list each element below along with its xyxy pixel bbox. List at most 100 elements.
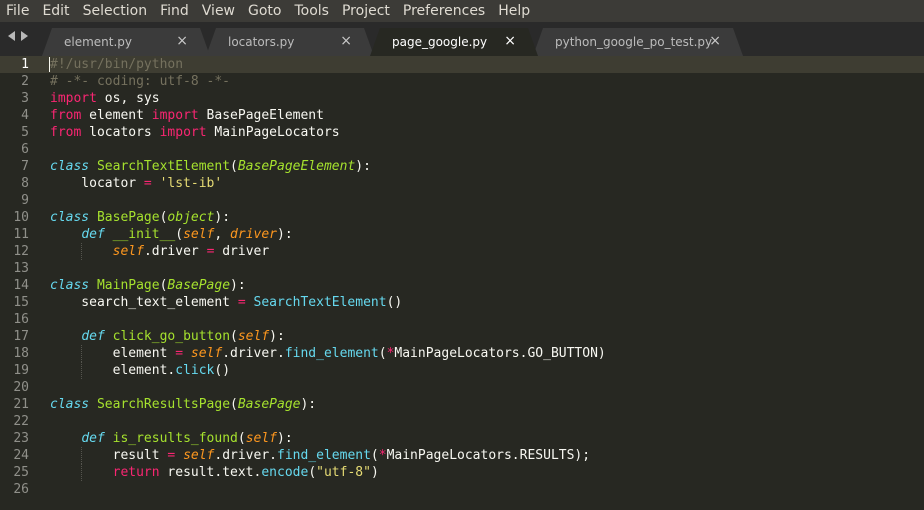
code-token: find_element — [277, 448, 371, 463]
code-token: .driver. — [222, 346, 285, 361]
tab-label: locators.py — [228, 35, 295, 49]
code-token: result — [50, 448, 168, 463]
code-token: () — [386, 295, 403, 310]
code-token: from — [50, 125, 82, 140]
line-number: 24 — [13, 448, 29, 463]
line-number: 1 — [21, 57, 29, 72]
code-token: ) — [370, 465, 379, 480]
tab-page-google-py[interactable]: page_google.py × — [370, 28, 538, 56]
menu-selection[interactable]: Selection — [77, 0, 155, 22]
code-token: class — [50, 159, 90, 174]
code-line: def click_go_button(self): — [50, 328, 285, 345]
code-token: self — [237, 329, 270, 344]
menu-find[interactable]: Find — [154, 0, 196, 22]
menu-tools[interactable]: Tools — [288, 0, 336, 22]
code-token: ): — [269, 329, 285, 344]
tab-locators-py[interactable]: locators.py × — [206, 28, 374, 56]
code-token: ( — [230, 329, 238, 344]
line-number-gutter: 1 2 3 4 5 6 7 8 9 10 11 12 13 14 15 16 17 18 19 20 21 22 23 24 2… — [0, 56, 40, 510]
arrow-right-icon[interactable] — [21, 31, 28, 41]
menu-help[interactable]: Help — [492, 0, 537, 22]
menu-preferences[interactable]: Preferences — [397, 0, 492, 22]
menu-project[interactable]: Project — [336, 0, 397, 22]
code-token: "utf-8" — [316, 465, 371, 480]
tab-nav-arrows — [8, 31, 28, 41]
close-icon[interactable]: × — [340, 33, 352, 49]
code-line: def is_results_found(self): — [50, 430, 292, 447]
menu-view[interactable]: View — [196, 0, 242, 22]
code-token: = — [143, 176, 152, 191]
code-editor[interactable]: 1 2 3 4 5 6 7 8 9 10 11 12 13 14 15 16 17 18 19 20 21 22 23 24 2… — [0, 56, 924, 510]
code-token: import — [159, 125, 207, 140]
code-token: BasePageElement — [198, 108, 324, 123]
code-token: driver — [214, 244, 270, 259]
indent-guide — [81, 345, 83, 362]
line-number: 7 — [21, 159, 29, 174]
code-line: # -*- coding: utf-8 -*- — [50, 73, 230, 90]
code-token: def — [81, 329, 105, 344]
code-token: driver — [230, 227, 278, 242]
code-token: MainPageLocators — [206, 125, 340, 140]
menu-goto[interactable]: Goto — [242, 0, 288, 22]
code-token: class — [50, 278, 90, 293]
line-number: 15 — [13, 295, 29, 310]
code-line: def __init__(self, driver): — [50, 226, 293, 243]
code-token: self — [190, 346, 223, 361]
tab-label: element.py — [64, 35, 133, 49]
arrow-left-icon[interactable] — [8, 31, 15, 41]
menu-file[interactable]: File — [0, 0, 36, 22]
code-token: self — [112, 244, 144, 259]
code-token: SearchTextElement — [96, 159, 231, 174]
close-icon[interactable]: × — [176, 33, 188, 49]
code-token: * — [378, 448, 387, 463]
code-token: element — [50, 346, 176, 361]
code-token: = — [175, 346, 184, 361]
line-number: 10 — [13, 210, 29, 225]
line-number: 6 — [21, 142, 29, 157]
code-token: ( — [230, 397, 238, 412]
code-token: # -*- coding: utf-8 -*- — [50, 74, 231, 89]
code-token: ( — [230, 159, 238, 174]
menu-bar: File Edit Selection Find View Goto Tools Projec… — [0, 0, 924, 22]
code-token: locator — [50, 176, 144, 191]
code-token: ( — [308, 465, 317, 480]
indent-guide — [81, 464, 83, 481]
line-number: 2 — [21, 74, 29, 89]
code-token: class — [50, 210, 90, 225]
code-token: element — [81, 108, 152, 123]
line-number: 11 — [13, 227, 29, 242]
code-token: locators — [81, 125, 160, 140]
line-number: 5 — [21, 125, 29, 140]
line-number: 8 — [21, 176, 29, 191]
line-number: 17 — [13, 329, 29, 344]
code-line: #!/usr/bin/python — [50, 56, 183, 73]
code-token: #!/usr/bin/python — [50, 57, 184, 72]
code-token: ): — [355, 159, 371, 174]
line-number: 3 — [21, 91, 29, 106]
line-number: 20 — [13, 380, 29, 395]
code-token: SearchResultsPage — [96, 397, 231, 412]
close-icon[interactable]: × — [709, 33, 721, 49]
line-number: 23 — [13, 431, 29, 446]
menu-edit[interactable]: Edit — [36, 0, 76, 22]
indent-guide — [81, 362, 83, 379]
code-line: element.click() — [50, 362, 230, 379]
line-number: 14 — [13, 278, 29, 293]
line-number: 26 — [13, 482, 29, 497]
close-icon[interactable]: × — [504, 33, 516, 49]
code-token: def — [81, 227, 105, 242]
tab-python-google-po-test-py[interactable]: python_google_po_test.py × — [533, 28, 743, 56]
code-line: class MainPage(BasePage): — [50, 277, 246, 294]
code-token: ): — [277, 227, 293, 242]
code-token: ): — [230, 278, 246, 293]
tab-element-py[interactable]: element.py × — [42, 28, 210, 56]
code-token: self — [245, 431, 277, 446]
code-token: BasePage — [237, 397, 301, 412]
code-line: class SearchTextElement(BasePageElement)… — [50, 158, 371, 175]
code-token: BasePage — [96, 210, 160, 225]
code-token: click_go_button — [112, 329, 231, 344]
